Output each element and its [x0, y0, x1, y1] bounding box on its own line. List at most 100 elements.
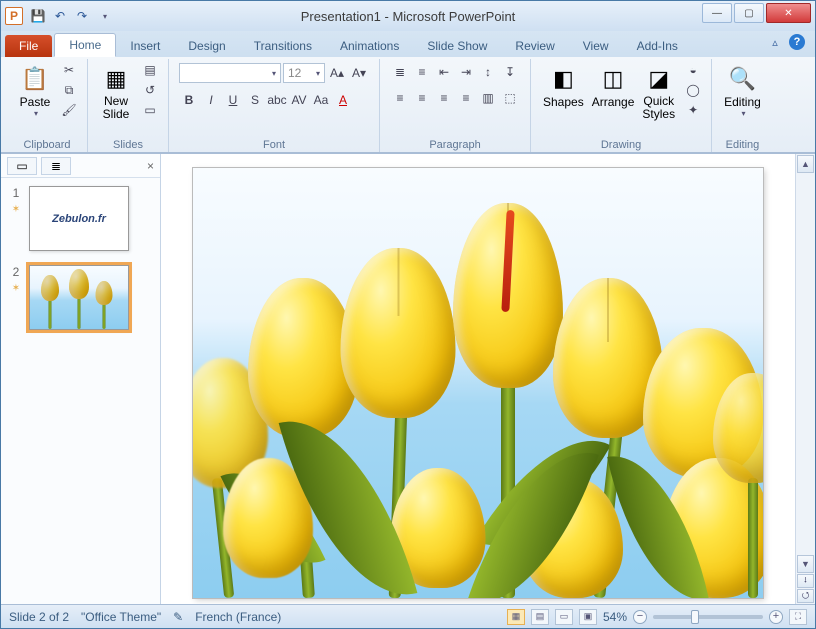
shadow-button[interactable]: abc: [267, 91, 287, 109]
close-button[interactable]: ✕: [766, 3, 811, 23]
group-label-paragraph: Paragraph: [388, 138, 522, 152]
status-theme: "Office Theme": [81, 610, 161, 624]
shapes-icon: ◧: [547, 63, 579, 95]
underline-button[interactable]: U: [223, 91, 243, 109]
tab-addins[interactable]: Add-Ins: [623, 35, 692, 57]
italic-button[interactable]: I: [201, 91, 221, 109]
app-icon: P: [5, 7, 23, 25]
shape-outline-icon[interactable]: ◯: [683, 81, 703, 99]
status-language[interactable]: French (France): [195, 610, 281, 624]
tab-insert[interactable]: Insert: [116, 35, 174, 57]
arrange-icon: ◫: [597, 63, 629, 95]
bullets-icon[interactable]: ≣: [390, 63, 410, 81]
thumb-image[interactable]: Zebulon.fr: [29, 186, 129, 251]
window-controls: — ▢ ✕: [700, 3, 811, 23]
tab-design[interactable]: Design: [174, 35, 239, 57]
spacing-button[interactable]: AV: [289, 91, 309, 109]
shape-fill-icon[interactable]: ◒: [683, 61, 703, 79]
editing-label: Editing: [724, 95, 761, 109]
slide-canvas[interactable]: [161, 154, 795, 604]
scroll-down-icon[interactable]: ▼: [797, 555, 814, 573]
zoom-slider[interactable]: [653, 615, 763, 619]
indent-dec-icon[interactable]: ⇤: [434, 63, 454, 81]
reset-icon[interactable]: ↺: [140, 81, 160, 99]
format-painter-icon[interactable]: 🖌: [59, 101, 79, 119]
minimize-button[interactable]: —: [702, 3, 732, 23]
text-direction-icon[interactable]: ↧: [500, 63, 520, 81]
numbering-icon[interactable]: ≡: [412, 63, 432, 81]
indent-inc-icon[interactable]: ⇥: [456, 63, 476, 81]
tab-view[interactable]: View: [569, 35, 623, 57]
align-left-icon[interactable]: ≡: [390, 89, 410, 107]
case-button[interactable]: Aa: [311, 91, 331, 109]
section-icon[interactable]: ▭: [140, 101, 160, 119]
zoom-in-button[interactable]: +: [769, 610, 783, 624]
next-slide-icon[interactable]: ⭯: [797, 589, 814, 603]
ribbon-minimize-icon[interactable]: ▵: [767, 34, 783, 50]
slideshow-view-icon[interactable]: ▣: [579, 609, 597, 625]
zoom-out-button[interactable]: −: [633, 610, 647, 624]
thumb-tabs: ▭ ≣ ×: [1, 154, 160, 178]
close-pane-icon[interactable]: ×: [147, 159, 154, 173]
thumbnail-1[interactable]: 1✶ Zebulon.fr: [9, 186, 152, 251]
copy-icon[interactable]: ⧉: [59, 81, 79, 99]
columns-icon[interactable]: ▥: [478, 89, 498, 107]
align-right-icon[interactable]: ≡: [434, 89, 454, 107]
save-icon[interactable]: 💾: [29, 7, 47, 25]
reading-view-icon[interactable]: ▭: [555, 609, 573, 625]
editing-button[interactable]: 🔍 Editing ▾: [720, 61, 765, 120]
group-drawing: ◧ Shapes ◫ Arrange ◪ Quick Styles ◒ ◯ ✦ …: [531, 59, 712, 152]
bold-button[interactable]: B: [179, 91, 199, 109]
vertical-scrollbar[interactable]: ▲ ▼ ⭭ ⭯: [795, 154, 815, 604]
shrink-font-icon[interactable]: A▾: [349, 64, 369, 82]
font-color-button[interactable]: A: [333, 91, 353, 109]
prev-slide-icon[interactable]: ⭭: [797, 574, 814, 588]
thumb-number: 2✶: [9, 265, 23, 330]
font-family-select[interactable]: ▾: [179, 63, 281, 83]
spellcheck-icon[interactable]: ✎: [173, 610, 183, 624]
paste-button[interactable]: 📋 Paste ▾: [15, 61, 55, 120]
smartart-icon[interactable]: ⬚: [500, 89, 520, 107]
line-spacing-icon[interactable]: ↕: [478, 63, 498, 81]
outline-tab-icon[interactable]: ≣: [41, 157, 71, 175]
scroll-track[interactable]: [797, 174, 814, 534]
normal-view-icon[interactable]: ▦: [507, 609, 525, 625]
tab-animations[interactable]: Animations: [326, 35, 413, 57]
tab-home[interactable]: Home: [54, 33, 116, 57]
sorter-view-icon[interactable]: ▤: [531, 609, 549, 625]
arrange-button[interactable]: ◫ Arrange: [588, 61, 639, 111]
zoom-percent[interactable]: 54%: [603, 610, 627, 624]
current-slide[interactable]: [193, 168, 763, 598]
strike-button[interactable]: S: [245, 91, 265, 109]
tab-file[interactable]: File: [5, 35, 52, 57]
tab-review[interactable]: Review: [501, 35, 568, 57]
qat-customize-icon[interactable]: ▾: [95, 7, 113, 25]
tab-slideshow[interactable]: Slide Show: [413, 35, 501, 57]
thumb-image[interactable]: [29, 265, 129, 330]
transition-star-icon: ✶: [12, 204, 20, 215]
maximize-button[interactable]: ▢: [734, 3, 764, 23]
slides-tab-icon[interactable]: ▭: [7, 157, 37, 175]
tab-transitions[interactable]: Transitions: [240, 35, 326, 57]
quick-styles-button[interactable]: ◪ Quick Styles: [638, 61, 679, 123]
chevron-down-icon: ▾: [741, 109, 745, 118]
align-center-icon[interactable]: ≡: [412, 89, 432, 107]
redo-icon[interactable]: ↷: [73, 7, 91, 25]
new-slide-button[interactable]: ▦ New Slide: [96, 61, 136, 123]
font-size-select[interactable]: 12▾: [283, 63, 325, 83]
undo-icon[interactable]: ↶: [51, 7, 69, 25]
ribbon: 📋 Paste ▾ ✂ ⧉ 🖌 Clipboard ▦ New Slide: [1, 57, 815, 153]
group-label-drawing: Drawing: [539, 138, 703, 152]
grow-font-icon[interactable]: A▴: [327, 64, 347, 82]
cut-icon[interactable]: ✂: [59, 61, 79, 79]
fit-window-icon[interactable]: ⛶: [789, 609, 807, 625]
shape-effects-icon[interactable]: ✦: [683, 101, 703, 119]
layout-icon[interactable]: ▤: [140, 61, 160, 79]
help-icon[interactable]: ?: [789, 34, 805, 50]
zoom-thumb[interactable]: [691, 610, 699, 624]
scroll-up-icon[interactable]: ▲: [797, 155, 814, 173]
thumbnail-2[interactable]: 2✶: [9, 265, 152, 330]
window-title: Presentation1 - Microsoft PowerPoint: [1, 9, 815, 24]
justify-icon[interactable]: ≡: [456, 89, 476, 107]
shapes-button[interactable]: ◧ Shapes: [539, 61, 588, 111]
